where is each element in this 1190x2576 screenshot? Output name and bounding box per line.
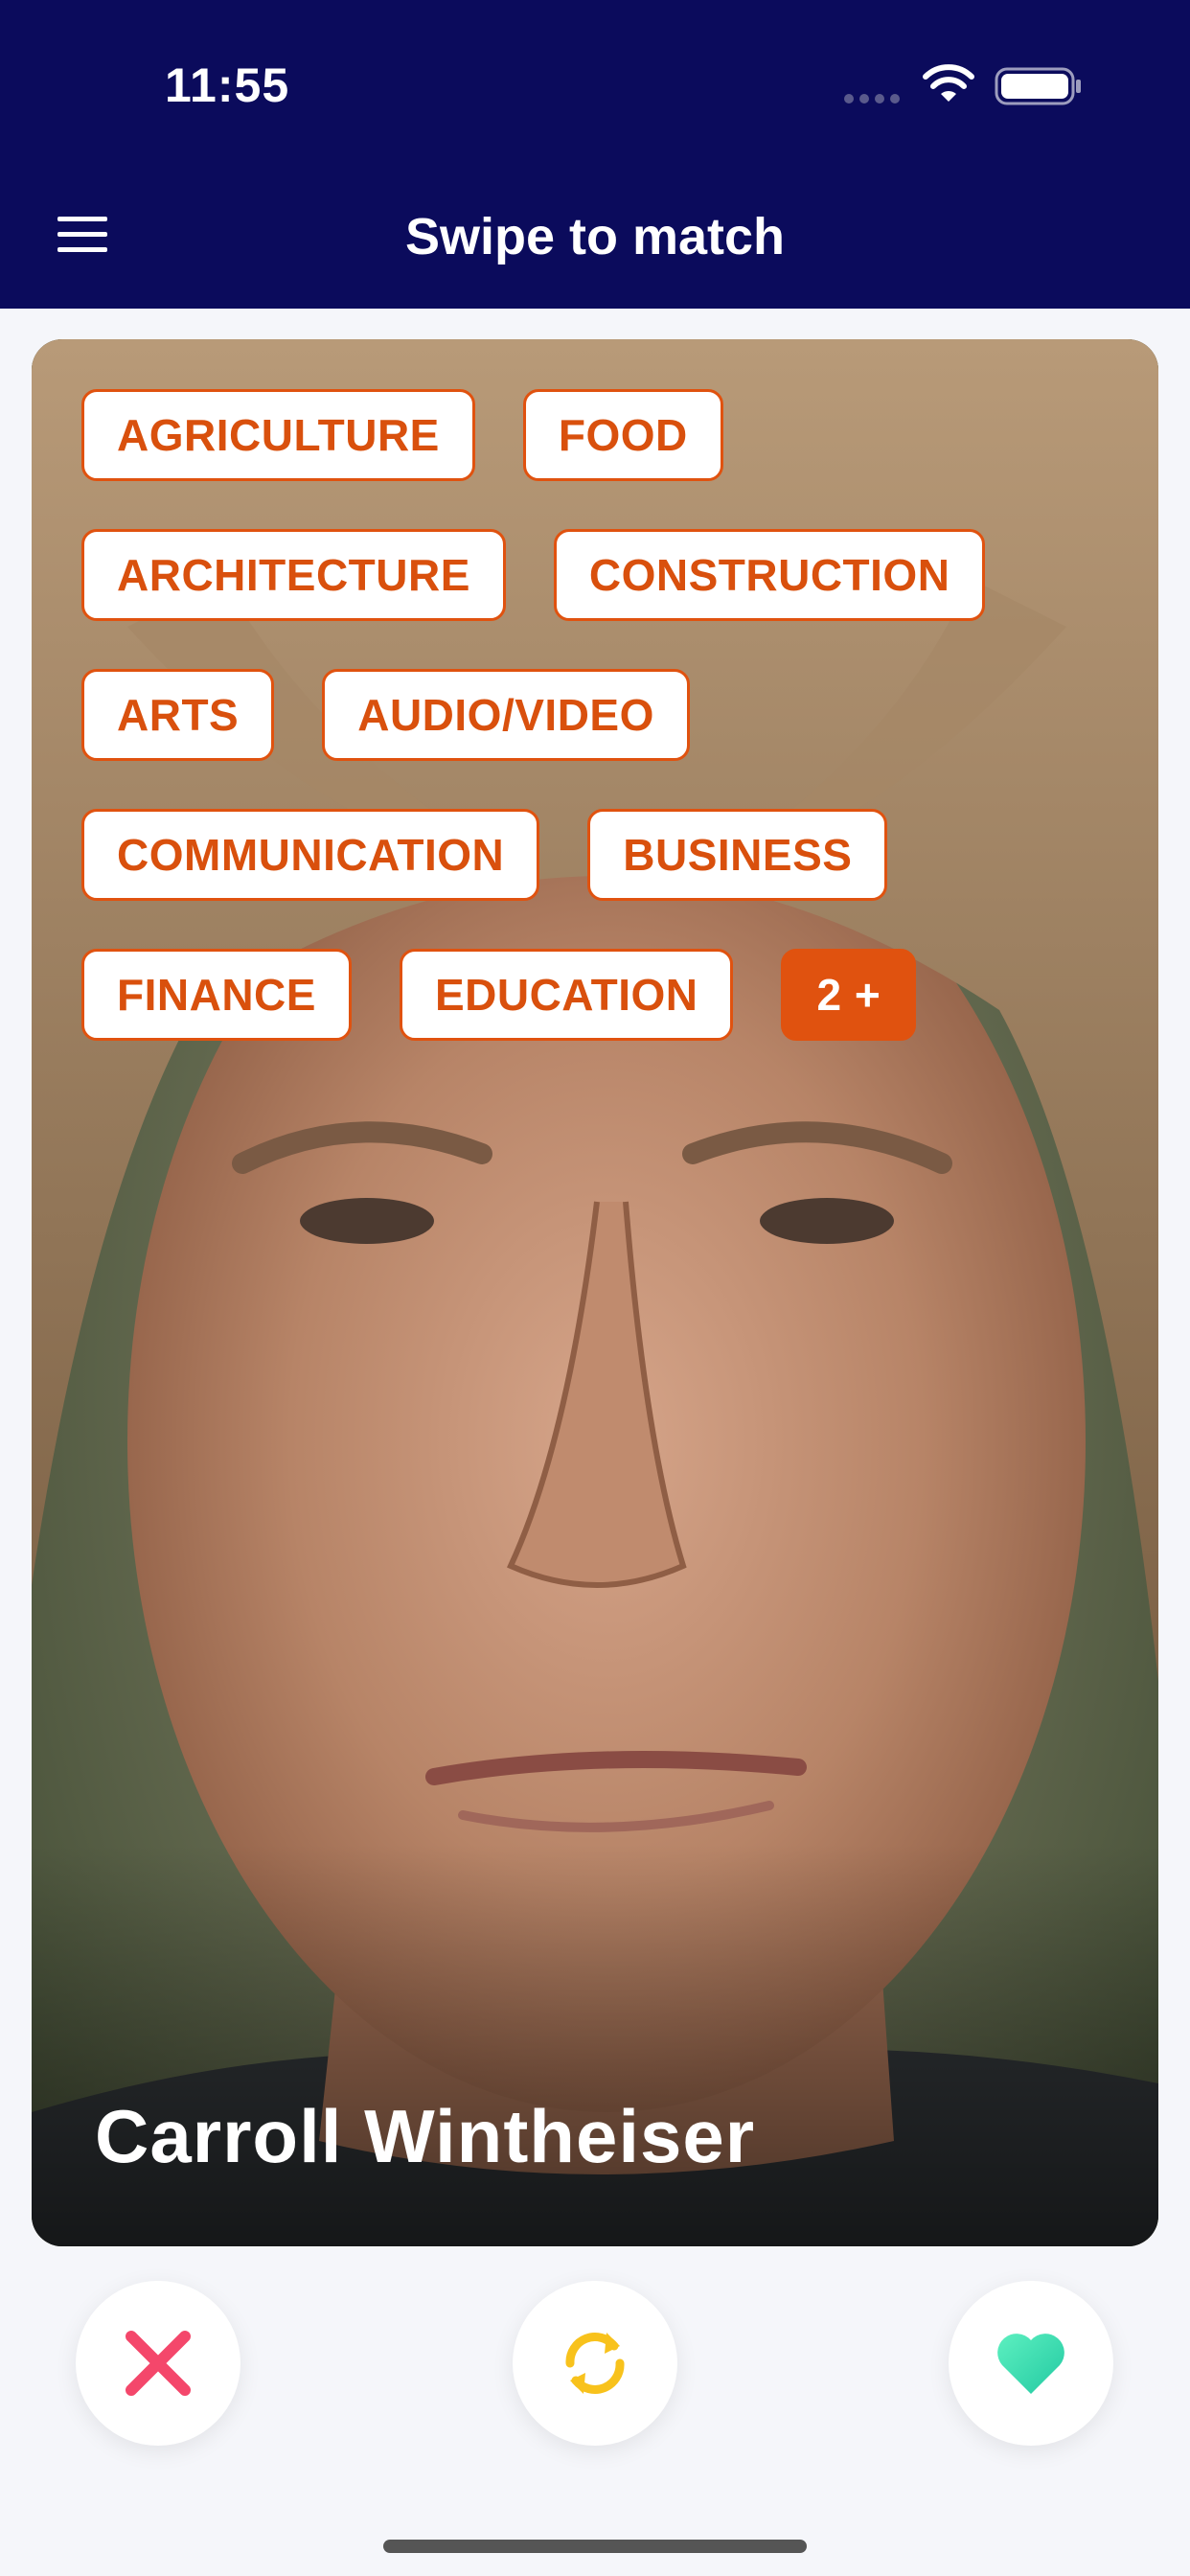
tag-row: AGRICULTURE FOOD [81,389,1116,481]
tag-chip[interactable]: AUDIO/VIDEO [322,669,690,761]
tag-chip[interactable]: AGRICULTURE [81,389,475,481]
card-gradient-overlay [32,1844,1158,2246]
signal-icon [844,94,900,104]
status-time: 11:55 [165,58,290,112]
home-indicator[interactable] [383,2540,807,2553]
tag-chip[interactable]: CONSTRUCTION [553,529,986,621]
battery-icon [995,67,1081,105]
status-bar: 11:55 [0,0,1190,163]
wifi-icon [923,64,974,102]
tag-chip[interactable]: COMMUNICATION [81,809,540,901]
close-x-icon [126,2331,191,2396]
profile-name: Carroll Wintheiser [95,2094,756,2178]
heart-icon [997,2334,1064,2394]
tag-chip[interactable]: FOOD [522,389,723,481]
nav-bar: Swipe to match [0,163,1190,309]
refresh-icon [565,2333,625,2394]
tag-chip[interactable]: BUSINESS [587,809,888,901]
more-tags-button[interactable]: 2 + [781,949,917,1041]
refresh-button[interactable] [513,2281,677,2446]
like-button[interactable] [949,2281,1113,2446]
dislike-button[interactable] [76,2281,240,2446]
tag-row: FINANCE EDUCATION 2 + [81,949,1116,1041]
tag-chip[interactable]: EDUCATION [399,949,734,1041]
tag-row: COMMUNICATION BUSINESS [81,809,1116,901]
tag-chip[interactable]: ARTS [81,669,275,761]
profile-card[interactable]: AGRICULTURE FOOD ARCHITECTURE CONSTRUCTI… [32,339,1158,2246]
page-title: Swipe to match [404,208,786,265]
interest-tags: AGRICULTURE FOOD ARCHITECTURE CONSTRUCTI… [81,389,1116,1089]
tag-chip[interactable]: FINANCE [81,949,352,1041]
tag-row: ARTS AUDIO/VIDEO [81,669,1116,761]
tag-row: ARCHITECTURE CONSTRUCTION [81,529,1116,621]
tag-chip[interactable]: ARCHITECTURE [81,529,506,621]
